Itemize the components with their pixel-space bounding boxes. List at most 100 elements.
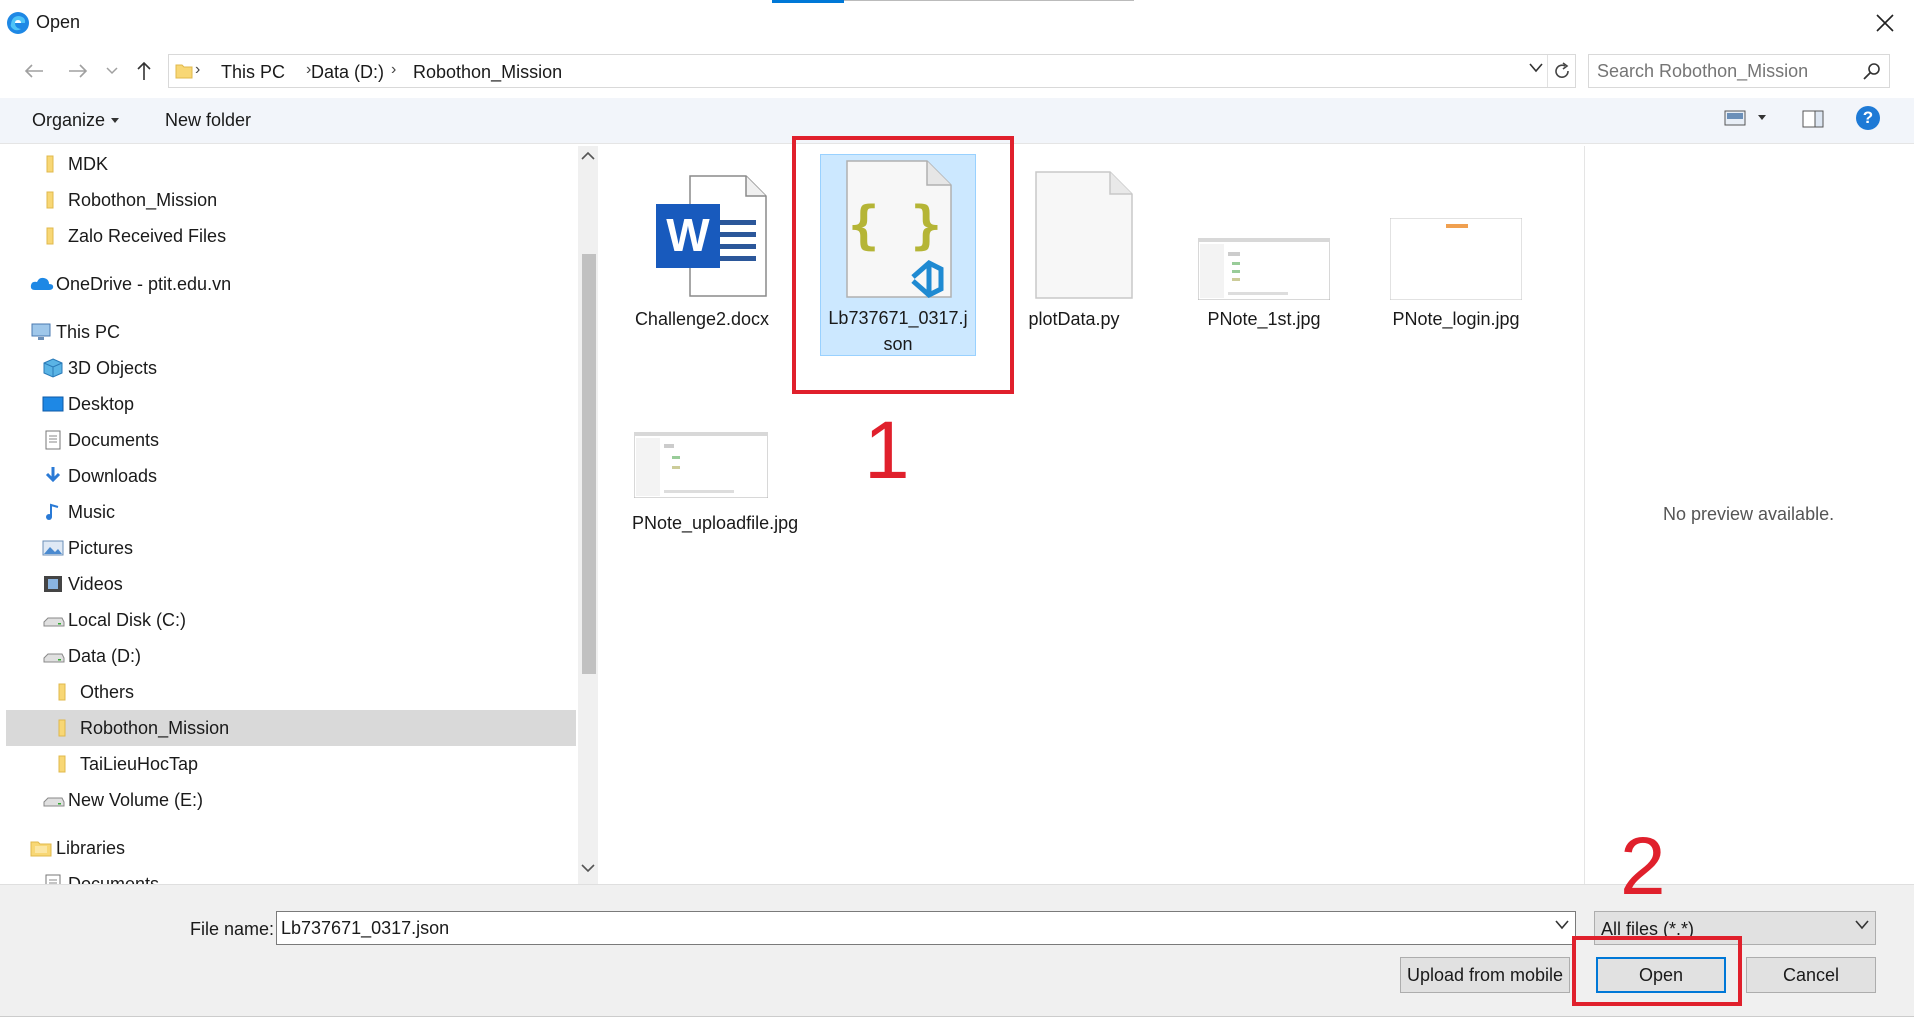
cloud-icon [30,274,54,294]
drive-icon [42,790,65,810]
sidebar-item[interactable]: TaiLieuHocTap [6,746,576,782]
file-name-combobox[interactable] [276,911,1576,945]
preview-message: No preview available. [1663,504,1835,524]
search-icon [1863,63,1880,80]
refresh-button[interactable] [1547,55,1575,87]
file-item-challenge2-docx[interactable]: W Challenge2.docx [632,156,772,332]
sidebar-item[interactable]: Downloads [6,458,576,494]
chevron-down-icon[interactable] [1555,920,1569,930]
sidebar-item[interactable]: This PC [6,314,576,350]
file-item-pnote-login[interactable]: PNote_login.jpg [1386,156,1526,332]
file-item-pnote-uploadfile[interactable]: PNote_uploadfile.jpg [632,360,798,536]
sidebar-item-label: Documents [68,874,160,884]
chevron-down-icon[interactable] [1529,63,1543,73]
sidebar-item[interactable]: Data (D:) [6,638,576,674]
sidebar-item[interactable]: Robothon_Mission [6,182,576,218]
new-folder-button[interactable]: New folder [165,110,251,131]
window-bottom-edge [0,1016,1914,1021]
scroll-up-icon[interactable] [581,150,595,162]
folder-icon [175,64,193,79]
sidebar-item-label: Others [80,682,135,702]
sidebar-item[interactable]: Others [6,674,576,710]
svg-text:W: W [666,209,710,261]
image-thumbnail [1194,156,1334,306]
file-item-pnote-1st[interactable]: PNote_1st.jpg [1194,156,1334,332]
file-name-input[interactable] [281,918,1531,939]
sidebar-item[interactable]: New Volume (E:) [6,782,576,818]
sidebar-item[interactable]: Documents [6,866,576,884]
close-button[interactable] [1862,4,1908,42]
view-icon [1724,110,1746,126]
close-icon [1876,14,1894,32]
sidebar-item-label: Local Disk (C:) [68,610,187,630]
sidebar-item-label: Zalo Received Files [68,226,227,246]
address-bar[interactable]: › This PC › Data (D:) › Robothon_Mission [168,54,1576,88]
preview-pane-button[interactable] [1802,110,1824,133]
file-name: Challenge2.docx [634,309,770,329]
sidebar-item[interactable]: Libraries [6,830,576,866]
sidebar-item[interactable]: Videos [6,566,576,602]
open-file-dialog: Open › This PC › Data (D:) › Robothon_Mi… [0,0,1914,1021]
videos-icon [42,574,64,594]
sidebar-item[interactable]: OneDrive - ptit.edu.vn [6,266,576,302]
breadcrumb-separator: › [195,61,201,78]
sidebar-item[interactable]: Desktop [6,386,576,422]
navigation-pane: MDK Robothon_Mission Zalo Received Files On… [6,146,578,884]
search-box[interactable] [1588,54,1890,88]
window-edge [844,0,1134,1]
recent-locations-button[interactable] [102,56,122,86]
documents-icon [42,874,64,884]
sidebar-item-label: MDK [68,154,108,174]
breadcrumb-this-pc[interactable]: This PC [221,62,285,83]
word-doc-icon: W [632,156,772,306]
sidebar-item[interactable]: Pictures [6,530,576,566]
file-name: PNote_1st.jpg [1207,309,1321,329]
breadcrumb-robothon-mission[interactable]: Robothon_Mission [413,62,562,83]
drive-icon [42,610,65,630]
image-thumbnail [632,360,772,510]
annotation-box-1 [792,136,1014,394]
upload-from-mobile-button[interactable]: Upload from mobile [1400,957,1570,993]
sidebar-item-label: Libraries [56,838,126,858]
sidebar-item[interactable]: Music [6,494,576,530]
computer-icon [30,322,52,342]
sidebar-item[interactable]: Zalo Received Files [6,218,576,254]
up-button[interactable] [128,56,160,86]
file-item-plotdata-py[interactable]: plotData.py [1004,156,1144,332]
organize-button[interactable]: Organize [32,110,120,131]
cube-icon [42,358,64,378]
sidebar-item[interactable]: Documents [6,422,576,458]
scroll-down-icon[interactable] [581,862,595,874]
blank-file-icon [1004,156,1144,306]
sidebar-item[interactable]: 3D Objects [6,350,576,386]
cancel-button[interactable]: Cancel [1746,957,1876,993]
breadcrumb-data-d[interactable]: Data (D:) [311,62,384,83]
sidebar-item-label: This PC [56,322,121,342]
folder-icon [54,718,76,738]
help-icon[interactable]: ? [1856,106,1880,130]
sidebar-item-label: Downloads [68,466,158,486]
sidebar-item[interactable]: Local Disk (C:) [6,602,576,638]
annotation-number-1: 1 [864,405,910,496]
search-input[interactable] [1597,61,1847,82]
sidebar-item[interactable]: MDK [6,146,576,182]
sidebar-item-label: Documents [68,430,160,450]
navigation-scrollbar[interactable] [578,146,598,884]
forward-button[interactable] [62,56,94,86]
music-icon [42,502,64,522]
sidebar-item-label: Music [68,502,116,522]
arrow-up-icon [137,61,151,80]
scrollbar-thumb[interactable] [582,254,596,674]
folder-icon [54,682,76,702]
libraries-icon [30,838,52,858]
title-bar: Open [0,0,1914,46]
change-view-button[interactable] [1724,110,1766,126]
sidebar-item[interactable]: Robothon_Mission [6,710,576,746]
back-button[interactable] [18,56,50,86]
sidebar-item-label: Robothon_Mission [68,190,218,210]
caret-down-icon [111,117,120,123]
sidebar-item-label: Pictures [68,538,134,558]
window-title: Open [36,12,81,32]
desktop-icon [42,394,64,414]
sidebar-item-label: Videos [68,574,123,594]
